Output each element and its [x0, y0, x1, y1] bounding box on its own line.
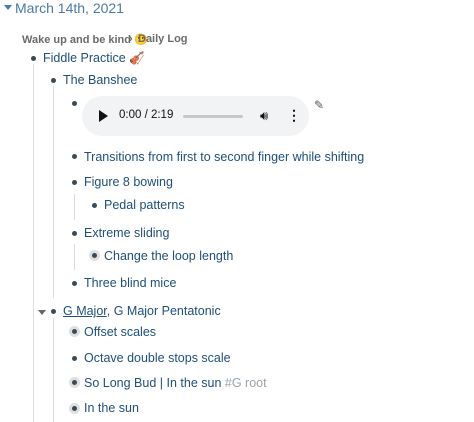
block-pedal-patterns[interactable]: Pedal patterns: [104, 198, 185, 212]
bullet[interactable]: [72, 281, 77, 286]
bullet[interactable]: [72, 231, 77, 236]
bullet[interactable]: [92, 203, 97, 208]
breadcrumb-separator: ›: [129, 33, 133, 45]
block-in-the-sun[interactable]: In the sun: [84, 401, 139, 415]
block-g-major[interactable]: G Major, G Major Pentatonic: [63, 304, 221, 318]
bullet[interactable]: [72, 180, 77, 185]
block-transitions[interactable]: Transitions from first to second finger …: [84, 150, 364, 164]
bullet[interactable]: [51, 78, 56, 83]
collapse-caret-icon[interactable]: [38, 310, 46, 315]
block-three-blind-mice[interactable]: Three blind mice: [84, 276, 176, 290]
collapsed-bullet[interactable]: [69, 403, 80, 414]
breadcrumb-item-daily-log[interactable]: Daily Log: [138, 33, 188, 45]
page-title[interactable]: March 14th, 2021: [15, 0, 124, 16]
bullet[interactable]: [72, 356, 77, 361]
block-offset-scales[interactable]: Offset scales: [84, 325, 156, 339]
block-extreme-sliding[interactable]: Extreme sliding: [84, 226, 169, 240]
audio-player[interactable]: 0:00 / 2:19 🔊︎ ⋮: [82, 96, 309, 136]
bullet[interactable]: [51, 309, 56, 314]
block-fiddle-practice[interactable]: Fiddle Practice 🎻: [43, 51, 145, 66]
pencil-icon[interactable]: ✎: [314, 98, 324, 112]
more-vertical-icon[interactable]: ⋮: [287, 107, 301, 124]
block-so-long-bud-a: So Long Bud: [84, 376, 157, 390]
bullet[interactable]: [72, 154, 77, 159]
audio-time: 0:00 / 2:19: [119, 109, 174, 121]
block-the-banshee[interactable]: The Banshee: [63, 73, 137, 87]
collapsed-bullet[interactable]: [69, 326, 80, 337]
separator: |: [156, 376, 167, 390]
collapse-caret-icon[interactable]: [4, 5, 12, 10]
block-octave-double-stops[interactable]: Octave double stops scale: [84, 351, 231, 365]
indent-guide: [53, 86, 54, 298]
bullet[interactable]: [72, 101, 77, 106]
indent-guide: [74, 194, 75, 220]
indent-guide: [74, 244, 75, 270]
block-figure-8-bowing[interactable]: Figure 8 bowing: [84, 175, 173, 189]
volume-icon[interactable]: 🔊︎: [260, 108, 268, 124]
play-icon[interactable]: [99, 110, 108, 122]
audio-progress-bar[interactable]: [183, 115, 243, 118]
indent-guide: [33, 64, 34, 422]
block-change-loop-length[interactable]: Change the loop length: [104, 249, 233, 263]
tag-g-root[interactable]: #G root: [221, 376, 267, 390]
collapsed-bullet[interactable]: [69, 377, 80, 388]
collapsed-bullet[interactable]: [89, 250, 100, 261]
block-g-major-rest: , G Major Pentatonic: [106, 304, 221, 318]
block-so-long-bud[interactable]: So Long Bud | In the sun #G root: [84, 376, 267, 390]
bullet[interactable]: [31, 56, 36, 61]
indent-guide: [53, 318, 54, 422]
block-in-the-sun-ref[interactable]: In the sun: [167, 376, 222, 390]
page-ref-g-major[interactable]: G Major: [63, 304, 107, 318]
